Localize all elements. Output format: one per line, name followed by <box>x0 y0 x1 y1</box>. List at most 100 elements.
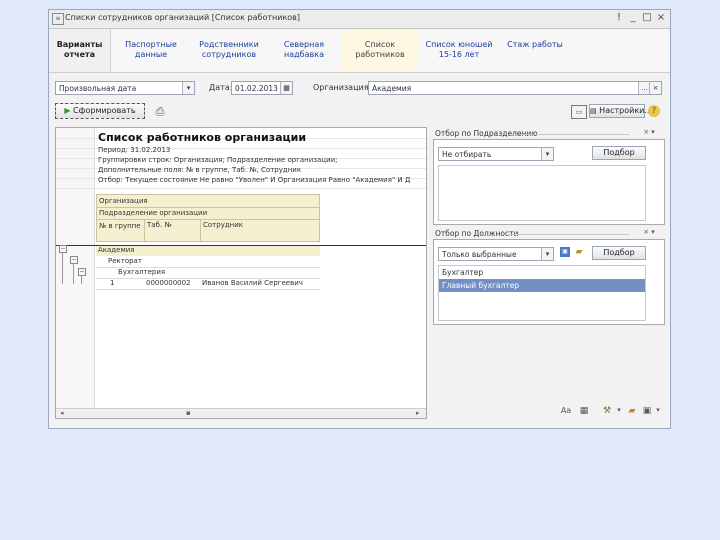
scroll-thumb-icon[interactable]: ▪ <box>186 409 191 417</box>
header-group-number: № в группе <box>99 222 141 230</box>
header-divider <box>97 219 319 220</box>
report-fields: Дополнительные поля: № в группе, Таб. №,… <box>98 166 302 174</box>
header-divider <box>144 219 145 241</box>
title-bar: ≡ Списки сотрудников организаций [Список… <box>49 10 670 29</box>
report-window: ≡ Списки сотрудников организаций [Список… <box>48 9 671 429</box>
period-select-value: Произвольная дата <box>59 84 137 93</box>
report-sheet[interactable]: Список работников организации Период: 31… <box>55 127 427 419</box>
minimize-button[interactable]: _ <box>627 12 639 24</box>
dept-filter-select[interactable]: Не отбирать ▾ <box>438 147 554 161</box>
dept-list[interactable] <box>438 165 646 221</box>
panel-toggle-icon[interactable]: ▭ <box>571 105 587 119</box>
list-item-selected[interactable]: Главный бухгалтер <box>439 279 645 292</box>
variant-tabs: Варианты отчета Паспортные данные Родств… <box>49 29 670 73</box>
panel-controls-icon[interactable]: × ▾ <box>637 128 661 136</box>
panel-controls-icon[interactable]: × ▾ <box>637 228 661 236</box>
folder-icon[interactable]: ▰ <box>573 247 585 257</box>
table-icon[interactable]: ▦ <box>578 406 590 416</box>
tab-report-variants[interactable]: Варианты отчета <box>49 29 111 72</box>
chevron-down-icon[interactable]: ▾ <box>541 148 553 160</box>
pos-pick-button[interactable]: Подбор <box>592 246 646 260</box>
header-employee: Сотрудник <box>203 221 244 229</box>
header-department: Подразделение организации <box>99 209 208 217</box>
dept-filter-value: Не отбирать <box>442 150 492 159</box>
window-title: Списки сотрудников организаций [Список р… <box>65 13 301 22</box>
header-divider <box>200 219 201 241</box>
outline-line <box>81 275 82 284</box>
tab-relatives[interactable]: Родственники сотрудников <box>189 29 269 72</box>
report-title: Список работников организации <box>98 131 307 144</box>
tab-northern-bonus[interactable]: Северная надбавка <box>271 29 337 72</box>
row-dept-name: Бухгалтерия <box>118 268 166 276</box>
header-divider <box>97 207 319 208</box>
info-button[interactable]: ! <box>613 12 625 24</box>
cell-group-number: 1 <box>110 279 115 287</box>
row-organization[interactable]: Академия <box>96 246 320 256</box>
pos-filter-value: Только выбранные <box>442 250 517 259</box>
maximize-button[interactable]: □ <box>641 12 653 24</box>
date-label: Дата: <box>209 83 233 92</box>
scroll-right-icon[interactable]: ▸ <box>416 409 420 417</box>
horizontal-scrollbar[interactable]: ◂ ▪ ▸ <box>56 408 426 418</box>
panel-title-line <box>509 234 629 235</box>
help-icon[interactable]: ? <box>648 105 660 117</box>
report-period: Период: 31.02.2013 <box>98 146 171 154</box>
close-button[interactable]: × <box>655 12 667 24</box>
date-value: 01.02.2013 <box>235 84 278 93</box>
chevron-down-icon[interactable]: ▾ <box>654 406 662 414</box>
cell-employee-name: Иванов Василий Сергеевич <box>202 279 303 287</box>
generate-label: Сформировать <box>73 106 136 115</box>
calendar-icon[interactable]: ▦ <box>280 82 292 94</box>
header-organization: Организация <box>99 197 148 205</box>
text-format-icon[interactable]: Aa <box>559 406 573 415</box>
settings-button[interactable]: ▤ Настройки... <box>589 104 652 118</box>
tab-youth-list[interactable]: Список юношей 15-16 лет <box>420 29 498 72</box>
tab-employee-list[interactable]: Список работников <box>342 29 418 72</box>
report-grouping: Группировки строк: Организация; Подразде… <box>98 156 338 164</box>
chevron-down-icon[interactable]: ▾ <box>182 82 194 94</box>
folder-icon[interactable]: ▰ <box>626 406 638 416</box>
chevron-down-icon[interactable]: ▾ <box>541 248 553 260</box>
play-icon: ▶ <box>64 106 71 115</box>
table-row[interactable]: 1 0000000002 Иванов Василий Сергеевич <box>96 279 320 290</box>
header-tab-number: Таб. № <box>147 221 172 229</box>
clear-icon[interactable]: × <box>649 82 661 94</box>
organization-field[interactable]: Академия ... × <box>368 81 662 95</box>
wrench-icon[interactable]: ⚒ <box>601 406 613 416</box>
report-header: Организация Подразделение организации № … <box>96 194 320 242</box>
pos-filter-title: Отбор по Должности <box>435 229 519 238</box>
row-department[interactable]: Бухгалтерия <box>96 268 320 279</box>
tab-passport-data[interactable]: Паспортные данные <box>115 29 187 72</box>
window-app-icon: ≡ <box>52 13 64 25</box>
printer-icon[interactable]: ⎙ <box>153 105 167 119</box>
chevron-down-icon[interactable]: ▾ <box>615 406 623 414</box>
settings-label: Настройки... <box>599 106 652 115</box>
date-field[interactable]: 01.02.2013 ▦ <box>231 81 293 95</box>
pos-filter-panel: Только выбранные ▾ ▣ ▰ Подбор Бухгалтер … <box>433 239 665 325</box>
save-icon[interactable]: ▣ <box>560 247 570 257</box>
panel-title-line <box>519 134 629 135</box>
generate-button[interactable]: ▶ Сформировать <box>55 103 145 119</box>
organization-value: Академия <box>372 84 412 93</box>
collapse-subdept-icon[interactable]: − <box>78 268 86 276</box>
row-department[interactable]: Ректорат <box>96 257 320 268</box>
dept-filter-panel: Не отбирать ▾ Подбор <box>433 139 665 225</box>
org-label: Организация: <box>313 83 372 92</box>
window-icon[interactable]: ▣ <box>641 406 653 416</box>
row-dept-name: Ректорат <box>108 257 142 265</box>
pos-list[interactable]: Бухгалтер Главный бухгалтер <box>438 265 646 321</box>
list-item[interactable]: Бухгалтер <box>439 266 645 279</box>
pos-filter-select[interactable]: Только выбранные ▾ <box>438 247 554 261</box>
collapse-org-icon[interactable]: − <box>59 245 67 253</box>
dept-pick-button[interactable]: Подбор <box>592 146 646 160</box>
scroll-left-icon[interactable]: ◂ <box>60 409 64 417</box>
outline-line <box>73 263 74 284</box>
report-filter: Отбор: Текущее состояние Не равно "Уволе… <box>98 176 411 184</box>
row-org-name: Академия <box>98 246 135 254</box>
period-select[interactable]: Произвольная дата ▾ <box>55 81 195 95</box>
cell-tab-number: 0000000002 <box>146 279 191 287</box>
grid-line <box>56 188 426 189</box>
tab-work-experience[interactable]: Стаж работы <box>500 29 570 72</box>
settings-icon: ▤ <box>590 107 597 115</box>
collapse-dept-icon[interactable]: − <box>70 256 78 264</box>
